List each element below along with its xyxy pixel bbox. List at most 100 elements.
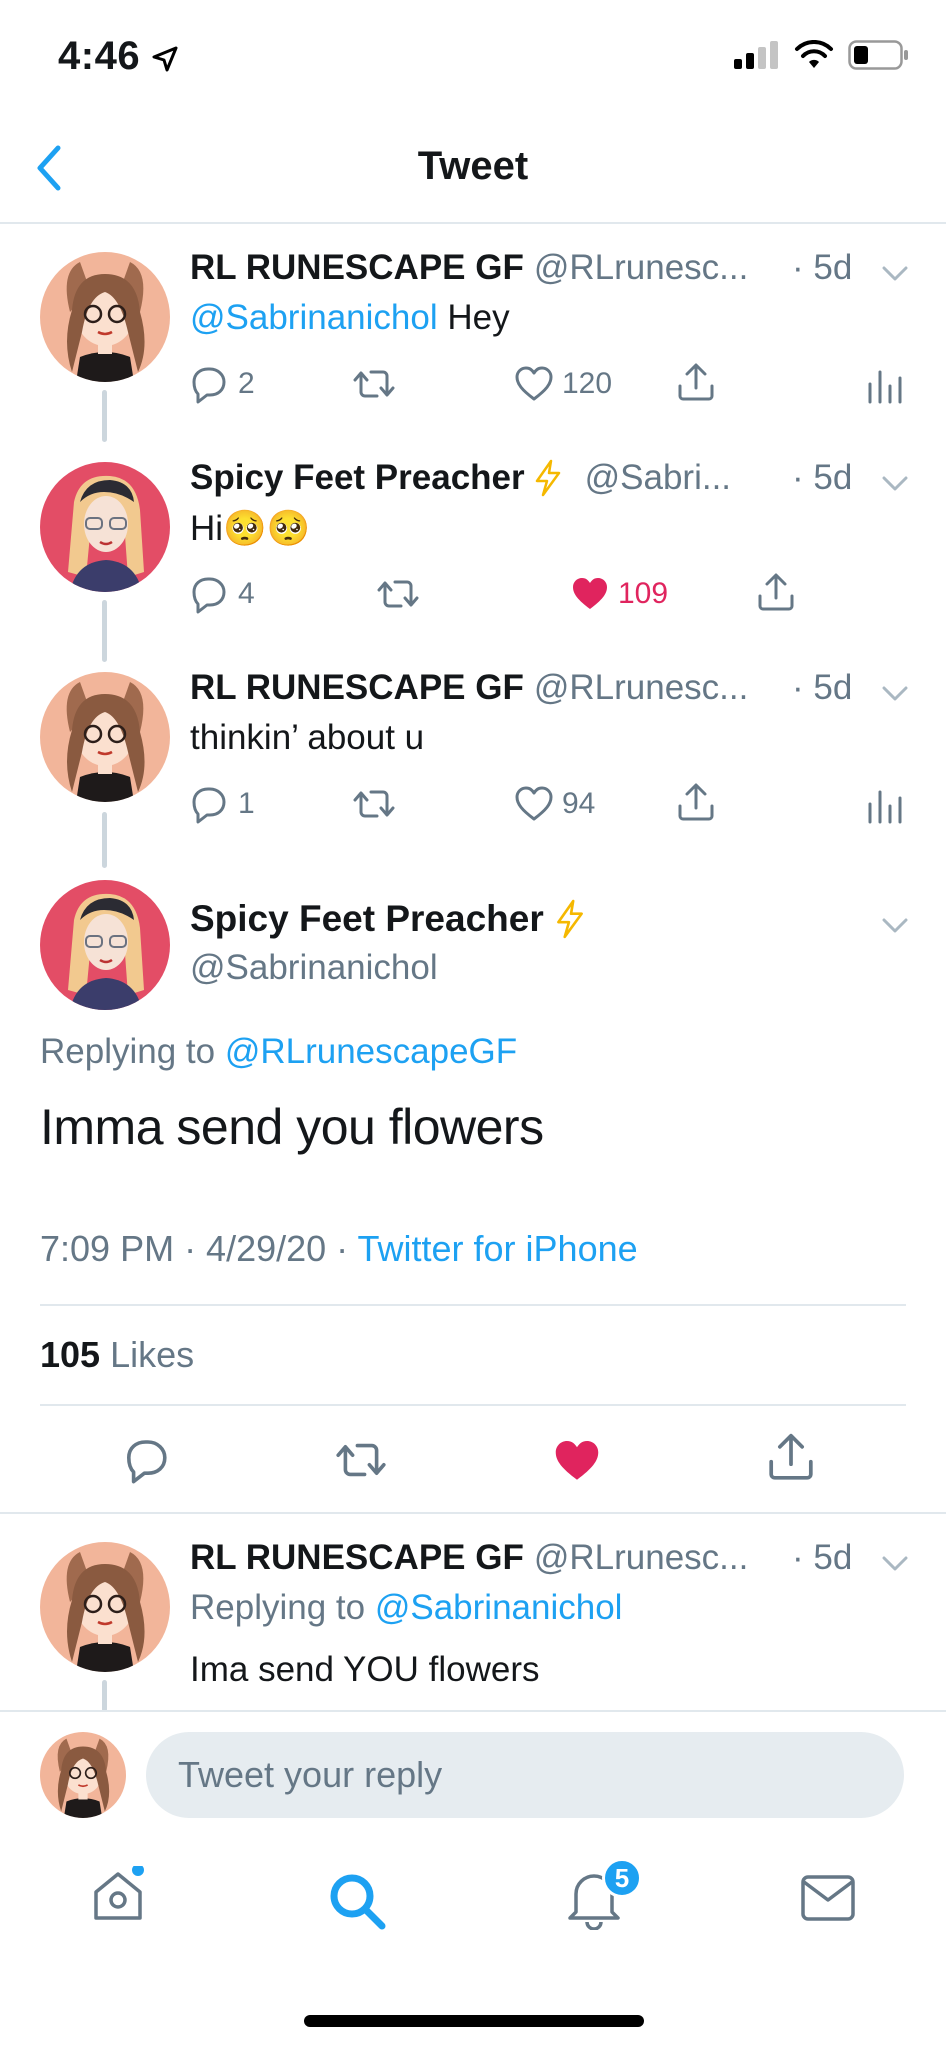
share-icon[interactable] <box>766 1432 816 1484</box>
home-icon[interactable] <box>88 1866 148 1926</box>
author-handle: @RLrunesc... <box>533 1538 749 1577</box>
replying-to-link[interactable]: @Sabrinanichol <box>375 1588 623 1627</box>
retweet-button[interactable] <box>352 784 396 824</box>
likes-count: 105 <box>40 1334 101 1375</box>
page-title: Tweet <box>417 144 529 188</box>
thread-connector <box>102 1680 107 1712</box>
like-button[interactable]: 120 <box>514 364 612 404</box>
share-button[interactable] <box>756 572 796 614</box>
share-icon <box>678 783 714 821</box>
tweet-text: Hey <box>437 298 510 337</box>
share-icon <box>678 363 714 401</box>
reply-count: 2 <box>238 367 255 400</box>
retweet-icon <box>377 580 419 608</box>
reply-button[interactable]: 1 <box>190 784 255 824</box>
reply-count: 4 <box>238 577 255 610</box>
analytics-icon <box>868 790 902 824</box>
reply-button[interactable]: 2 <box>190 364 255 404</box>
divider <box>40 1404 906 1406</box>
thread-connector <box>102 390 107 442</box>
like-count: 109 <box>618 577 669 610</box>
reply-icon[interactable] <box>124 1436 172 1484</box>
header-divider <box>0 222 946 224</box>
chevron-down-icon[interactable] <box>880 912 910 938</box>
author-name[interactable]: RL RUNESCAPE GF <box>190 1538 524 1578</box>
author-handle: @Sabrinanichol <box>190 948 438 987</box>
retweet-button[interactable] <box>352 364 396 404</box>
reply-icon <box>192 787 226 824</box>
avatar[interactable] <box>40 672 170 802</box>
replying-to-link[interactable]: @RLrunescapeGF <box>225 1032 517 1071</box>
author-name[interactable]: Spicy Feet Preacher <box>190 458 525 498</box>
replying-label: Replying to <box>40 1032 225 1071</box>
search-icon[interactable] <box>326 1870 388 1932</box>
home-indicator <box>304 2015 644 2027</box>
chevron-down-icon[interactable] <box>880 680 910 706</box>
signal-icon <box>734 41 778 69</box>
chevron-down-icon[interactable] <box>880 470 910 496</box>
like-count: 94 <box>562 787 596 820</box>
heart-filled-icon[interactable] <box>552 1436 602 1486</box>
messages-icon[interactable] <box>800 1874 856 1922</box>
divider <box>0 1512 946 1514</box>
battery-icon <box>848 40 908 70</box>
status-indicators <box>734 40 910 70</box>
tweet-text: Ima send YOU flowers <box>190 1650 540 1689</box>
analytics-icon <box>868 370 902 404</box>
notification-badge: 5 <box>602 1858 642 1898</box>
reply-icon <box>192 577 226 614</box>
tweet-time: · 5d <box>792 458 853 497</box>
chevron-down-icon[interactable] <box>880 260 910 286</box>
avatar[interactable] <box>40 462 170 592</box>
reply-button[interactable]: 4 <box>190 574 255 614</box>
retweet-icon[interactable] <box>334 1436 388 1484</box>
chevron-down-icon[interactable] <box>880 1550 910 1576</box>
author-handle: @RLrunesc... <box>533 668 749 707</box>
author-name[interactable]: RL RUNESCAPE GF <box>190 248 524 288</box>
thread-connector <box>102 600 107 662</box>
my-avatar <box>40 1732 126 1818</box>
avatar[interactable] <box>40 1542 170 1672</box>
divider <box>40 1304 906 1306</box>
heart-filled-icon <box>573 578 607 609</box>
reply-input[interactable]: Tweet your reply <box>146 1732 904 1818</box>
lightning-icon <box>535 459 560 497</box>
likes-summary[interactable]: 105 Likes <box>40 1334 194 1376</box>
author-name[interactable]: Spicy Feet Preacher <box>190 898 544 940</box>
thread-connector <box>102 812 107 868</box>
analytics-button[interactable] <box>864 364 906 406</box>
author-handle: @Sabri... <box>584 458 732 497</box>
status-time: 4:46 <box>58 34 141 78</box>
retweet-icon <box>353 790 395 818</box>
tweet-time: · 5d <box>792 248 853 287</box>
location-arrow-icon <box>152 46 178 72</box>
author-name[interactable]: RL RUNESCAPE GF <box>190 668 524 708</box>
mention-link[interactable]: @Sabrinanichol <box>190 298 438 337</box>
share-icon <box>758 573 794 611</box>
retweet-icon <box>353 370 395 398</box>
avatar[interactable] <box>40 880 170 1010</box>
retweet-button[interactable] <box>376 574 420 614</box>
tweet-text: Hi🥺🥺 <box>190 509 311 548</box>
focused-tweet-text: Imma send you flowers <box>40 1099 544 1155</box>
share-button[interactable] <box>676 782 716 824</box>
wifi-icon <box>795 40 833 68</box>
tweet-time: · 5d <box>792 1538 853 1577</box>
lightning-icon <box>556 899 583 939</box>
analytics-button[interactable] <box>864 784 906 826</box>
like-button[interactable]: 94 <box>514 784 595 824</box>
tweet-timestamp: 7:09 PM · 4/29/20 · <box>40 1228 358 1269</box>
heart-icon <box>515 366 553 401</box>
avatar[interactable] <box>40 252 170 382</box>
notifications-tab[interactable]: 5 <box>564 1858 644 1936</box>
tweet-time: · 5d <box>792 668 853 707</box>
heart-icon <box>515 786 553 821</box>
tweet-text: thinkin’ about u <box>190 718 425 757</box>
like-count: 120 <box>562 367 613 400</box>
likes-label: Likes <box>110 1334 195 1375</box>
author-handle: @RLrunesc... <box>533 248 749 287</box>
share-button[interactable] <box>676 362 716 404</box>
like-button[interactable]: 109 <box>570 574 668 614</box>
reply-icon <box>192 367 226 404</box>
source-link[interactable]: Twitter for iPhone <box>358 1228 638 1269</box>
